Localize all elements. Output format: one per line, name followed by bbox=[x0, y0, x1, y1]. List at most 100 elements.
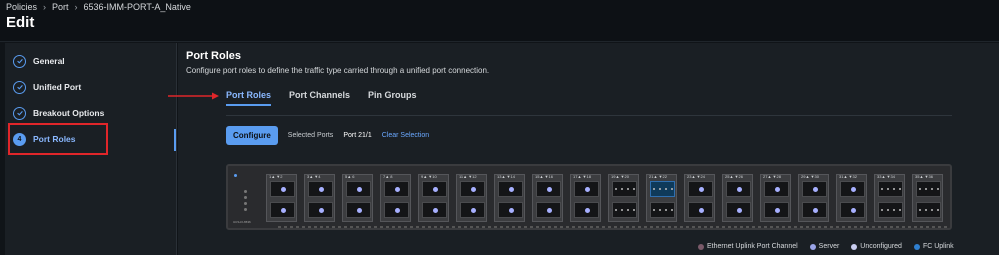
status-led bbox=[234, 174, 237, 177]
port-slot[interactable] bbox=[840, 181, 865, 197]
tab-port-roles[interactable]: Port Roles bbox=[226, 90, 272, 106]
step-general[interactable]: General bbox=[13, 50, 65, 72]
step-label: General bbox=[33, 56, 65, 66]
header: Policies › Port › 6536-IMM-PORT-A_Native… bbox=[0, 0, 999, 42]
port-slot[interactable] bbox=[802, 202, 827, 218]
legend-item: Server bbox=[809, 243, 839, 250]
port-slot[interactable] bbox=[802, 181, 827, 197]
port-slot[interactable] bbox=[878, 181, 903, 197]
port-slot[interactable] bbox=[384, 202, 409, 218]
port-number-label: 29▲ ▼30 bbox=[801, 174, 819, 179]
step-unified-port[interactable]: Unified Port bbox=[13, 76, 81, 98]
check-icon bbox=[13, 54, 26, 68]
wizard-sidebar: General Unified Port Breakout Options 4 … bbox=[5, 43, 177, 255]
port-status-dot bbox=[471, 187, 476, 192]
port-number-label: 9▲ ▼10 bbox=[421, 174, 437, 179]
clear-selection-link[interactable]: Clear Selection bbox=[382, 132, 429, 139]
selected-ports-value: Port 21/1 bbox=[343, 132, 372, 139]
configure-button[interactable]: Configure bbox=[226, 126, 278, 145]
port-group: 19▲ ▼20 bbox=[608, 174, 639, 222]
port-slot[interactable] bbox=[916, 181, 941, 197]
port-status-dot bbox=[813, 187, 818, 192]
port-slot[interactable] bbox=[574, 202, 599, 218]
port-status-dot bbox=[319, 187, 324, 192]
port-slot[interactable] bbox=[346, 202, 371, 218]
port-status-dot bbox=[357, 208, 362, 213]
port-slot[interactable] bbox=[308, 181, 333, 197]
port-number-label: 35▲ ▼36 bbox=[915, 174, 933, 179]
port-status-dot bbox=[281, 187, 286, 192]
port-slot[interactable] bbox=[650, 202, 675, 218]
breakout-indicator bbox=[615, 209, 635, 212]
breakout-indicator bbox=[881, 188, 901, 191]
port-group: 15▲ ▼16 bbox=[532, 174, 563, 222]
breakout-indicator bbox=[881, 209, 901, 212]
breadcrumb: Policies › Port › 6536-IMM-PORT-A_Native bbox=[6, 2, 191, 12]
port-toolbar: Configure Selected Ports Port 21/1 Clear… bbox=[226, 126, 429, 145]
port-slot[interactable] bbox=[650, 181, 675, 197]
port-slot[interactable] bbox=[878, 202, 903, 218]
port-slot[interactable] bbox=[726, 181, 751, 197]
port-slot[interactable] bbox=[270, 181, 295, 197]
port-number-label: 1▲ ▼2 bbox=[269, 174, 283, 179]
port-status-dot bbox=[699, 187, 704, 192]
breadcrumb-policy-name: 6536-IMM-PORT-A_Native bbox=[83, 2, 191, 12]
port-slot[interactable] bbox=[574, 181, 599, 197]
port-slot[interactable] bbox=[764, 202, 789, 218]
port-group: 27▲ ▼28 bbox=[760, 174, 791, 222]
port-slot[interactable] bbox=[536, 181, 561, 197]
port-slot[interactable] bbox=[270, 202, 295, 218]
legend-swatch bbox=[851, 243, 858, 250]
port-number-label: 17▲ ▼18 bbox=[573, 174, 591, 179]
port-status-dot bbox=[585, 208, 590, 213]
status-led bbox=[244, 196, 247, 199]
step-breakout-options[interactable]: Breakout Options bbox=[13, 102, 104, 124]
port-status-dot bbox=[433, 208, 438, 213]
port-number-label: 5▲ 6 bbox=[345, 174, 355, 179]
port-group: 1▲ ▼2 bbox=[266, 174, 297, 222]
port-slot[interactable] bbox=[688, 181, 713, 197]
port-status-dot bbox=[585, 187, 590, 192]
selected-ports-label: Selected Ports bbox=[287, 132, 334, 139]
section-description: Configure port roles to define the traff… bbox=[186, 66, 490, 75]
status-led bbox=[244, 190, 247, 193]
port-slot[interactable] bbox=[460, 202, 485, 218]
switch-status-panel bbox=[232, 172, 266, 222]
tab-pin-groups[interactable]: Pin Groups bbox=[368, 90, 417, 106]
port-group: 35▲ ▼36 bbox=[912, 174, 943, 222]
port-slot[interactable] bbox=[422, 181, 447, 197]
port-group: 9▲ ▼10 bbox=[418, 174, 449, 222]
port-group: 3▲ ▼4 bbox=[304, 174, 335, 222]
port-number-label: 15▲ ▼16 bbox=[535, 174, 553, 179]
legend-swatch bbox=[809, 243, 816, 250]
port-status-dot bbox=[775, 208, 780, 213]
port-slot[interactable] bbox=[612, 181, 637, 197]
port-slot[interactable] bbox=[688, 202, 713, 218]
port-status-dot bbox=[395, 208, 400, 213]
legend-label: FC Uplink bbox=[922, 243, 954, 250]
legend-label: Ethernet Uplink Port Channel bbox=[707, 243, 798, 250]
port-slot[interactable] bbox=[498, 202, 523, 218]
legend-swatch bbox=[698, 243, 704, 250]
port-number-label: 25▲ ▼26 bbox=[725, 174, 743, 179]
port-slot[interactable] bbox=[726, 202, 751, 218]
step-label: Unified Port bbox=[33, 82, 82, 92]
port-slot[interactable] bbox=[346, 181, 371, 197]
port-slot[interactable] bbox=[536, 202, 561, 218]
tab-port-channels[interactable]: Port Channels bbox=[289, 90, 350, 106]
port-status-dot bbox=[851, 208, 856, 213]
port-slot[interactable] bbox=[460, 181, 485, 197]
breakout-indicator bbox=[653, 188, 673, 191]
breadcrumb-port[interactable]: Port bbox=[52, 2, 69, 12]
port-slot[interactable] bbox=[498, 181, 523, 197]
port-slot[interactable] bbox=[384, 181, 409, 197]
port-slot[interactable] bbox=[308, 202, 333, 218]
legend-item: Ethernet Uplink Port Channel bbox=[698, 243, 798, 250]
port-slot[interactable] bbox=[764, 181, 789, 197]
port-slot[interactable] bbox=[612, 202, 637, 218]
port-slot[interactable] bbox=[916, 202, 941, 218]
port-group: 33▲ ▼34 bbox=[874, 174, 905, 222]
breadcrumb-policies[interactable]: Policies bbox=[6, 2, 37, 12]
port-slot[interactable] bbox=[422, 202, 447, 218]
port-slot[interactable] bbox=[840, 202, 865, 218]
